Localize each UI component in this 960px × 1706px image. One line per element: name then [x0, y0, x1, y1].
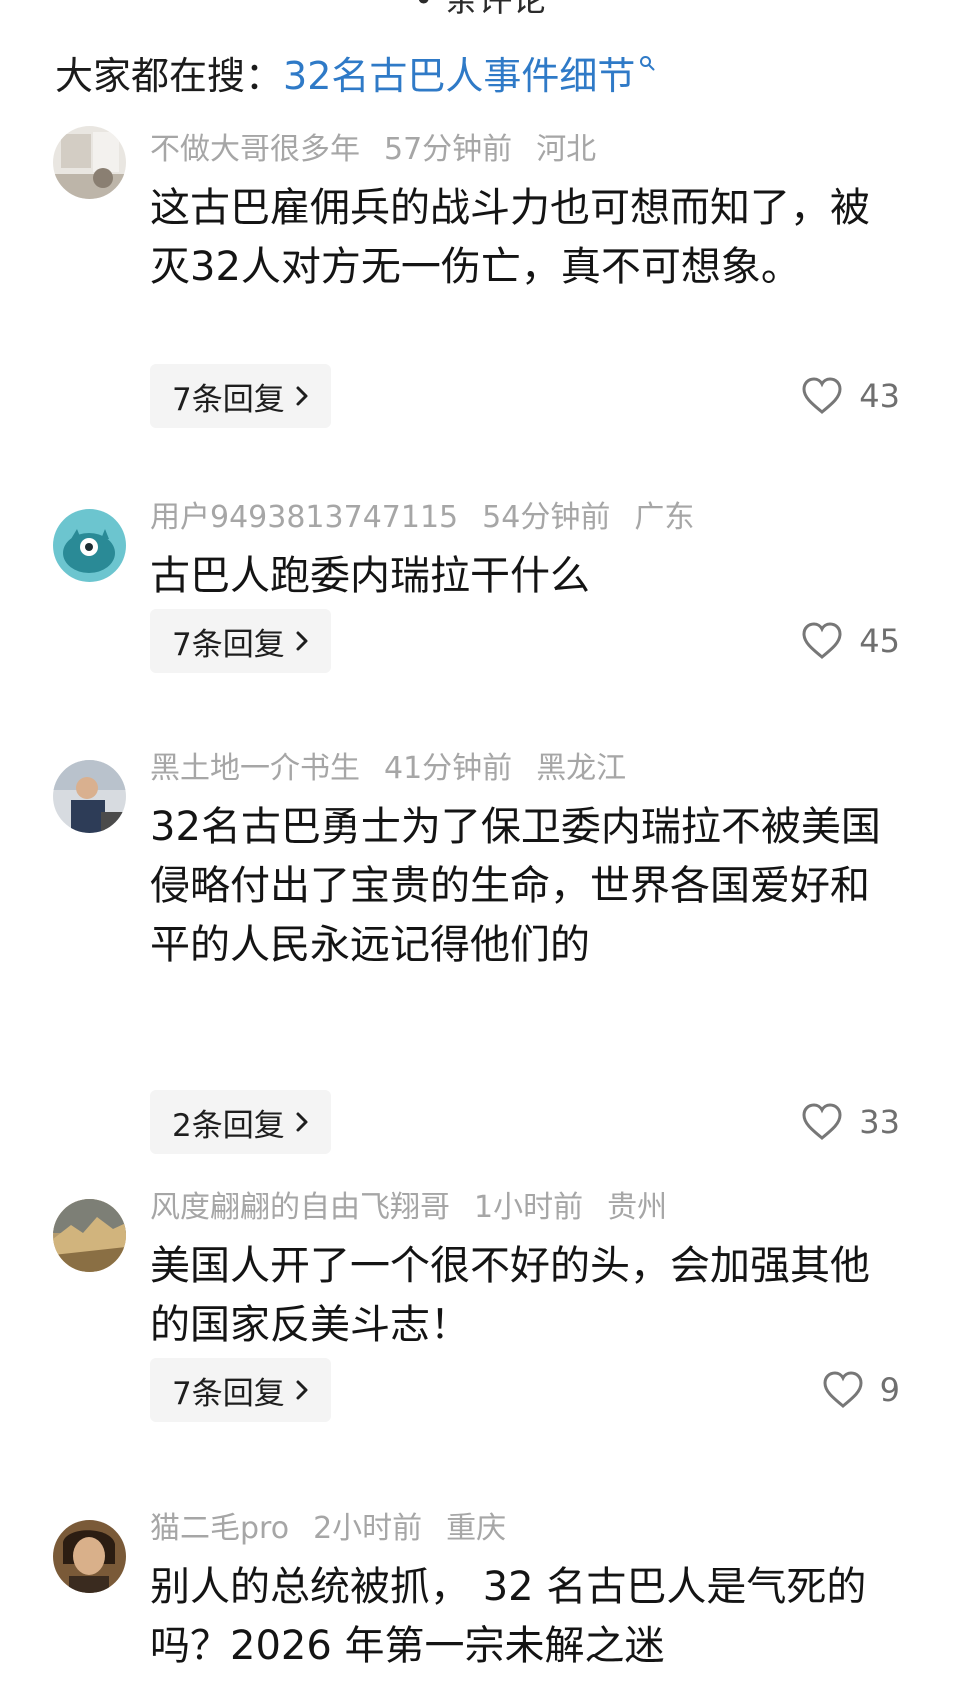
like-button[interactable]: 45	[801, 609, 900, 673]
chevron-right-icon	[296, 631, 308, 651]
partial-header-title: • 条评论	[413, 0, 547, 20]
chevron-right-icon	[296, 1380, 308, 1400]
trending-search-link[interactable]: 32名古巴人事件细节	[283, 45, 635, 100]
avatar[interactable]	[53, 760, 126, 833]
comment-text: 别人的总统被抓， 32 名古巴人是气死的吗？2026 年第一宗未解之迷	[150, 1564, 867, 1669]
heart-icon	[802, 622, 842, 659]
like-count: 45	[859, 622, 900, 660]
search-icon	[640, 56, 655, 71]
comment-region: 贵州	[607, 1190, 668, 1225]
comment-time: 1小时前	[474, 1190, 584, 1225]
comment-time: 57分钟前	[384, 132, 513, 167]
search-prefix-label: 大家都在搜：	[55, 53, 284, 98]
chevron-right-icon	[296, 386, 308, 406]
comment-author[interactable]: 不做大哥很多年	[150, 124, 360, 168]
heart-icon	[802, 1103, 842, 1140]
comment-text: 32名古巴勇士为了保卫委内瑞拉不被美国侵略付出了宝贵的生命，世界各国爱好和平的人…	[150, 804, 881, 968]
view-replies-button[interactable]: 7条回复	[150, 364, 331, 428]
comment-meta: 不做大哥很多年 57分钟前 河北	[150, 124, 620, 168]
avatar[interactable]	[53, 509, 126, 582]
comment-author[interactable]: 风度翩翩的自由飞翔哥	[150, 1182, 450, 1226]
avatar[interactable]	[53, 1199, 126, 1272]
like-count: 9	[879, 1371, 900, 1409]
comment-author[interactable]: 黑土地一介书生	[150, 743, 360, 787]
like-button[interactable]: 9	[822, 1358, 900, 1422]
trending-search-bar[interactable]: 大家都在搜： 32名古巴人事件细节	[55, 44, 655, 100]
comment-time: 54分钟前	[482, 500, 611, 535]
like-count: 33	[859, 1103, 900, 1141]
comment-meta: 用户9493813747115 54分钟前 广东	[150, 492, 718, 536]
view-replies-button[interactable]: 2条回复	[150, 1090, 331, 1154]
avatar[interactable]	[53, 1520, 126, 1593]
comment-text: 这古巴雇佣兵的战斗力也可想而知了，被灭32人对方无一伤亡，真不可想象。	[150, 185, 870, 290]
view-replies-button[interactable]: 7条回复	[150, 1358, 331, 1422]
like-button[interactable]: 33	[801, 1090, 900, 1154]
view-replies-button[interactable]: 7条回复	[150, 609, 331, 673]
comment-region: 河北	[536, 132, 597, 167]
replies-label: 2条回复	[172, 1107, 285, 1144]
replies-label: 7条回复	[172, 1375, 285, 1412]
comment-meta: 风度翩翩的自由飞翔哥 1小时前 贵州	[150, 1182, 691, 1226]
comment-region: 黑龙江	[536, 751, 627, 786]
comment-time: 2小时前	[313, 1511, 423, 1546]
comment-region: 广东	[634, 500, 695, 535]
replies-label: 7条回复	[172, 626, 285, 663]
comment-text: 美国人开了一个很不好的头，会加强其他的国家反美斗志！	[150, 1243, 870, 1348]
comment-meta: 猫二毛pro 2小时前 重庆	[150, 1503, 530, 1547]
comment-time: 41分钟前	[384, 751, 513, 786]
comment-meta: 黑土地一介书生 41分钟前 黑龙江	[150, 743, 650, 787]
heart-icon	[823, 1371, 863, 1408]
comment-author[interactable]: 用户9493813747115	[150, 492, 458, 536]
avatar[interactable]	[53, 126, 126, 199]
chevron-right-icon	[296, 1112, 308, 1132]
like-button[interactable]: 43	[801, 364, 900, 428]
like-count: 43	[859, 377, 900, 415]
heart-icon	[802, 377, 842, 414]
replies-label: 7条回复	[172, 381, 285, 418]
comment-text: 古巴人跑委内瑞拉干什么	[150, 553, 590, 599]
comment-author[interactable]: 猫二毛pro	[150, 1503, 289, 1547]
comment-region: 重庆	[446, 1511, 507, 1546]
